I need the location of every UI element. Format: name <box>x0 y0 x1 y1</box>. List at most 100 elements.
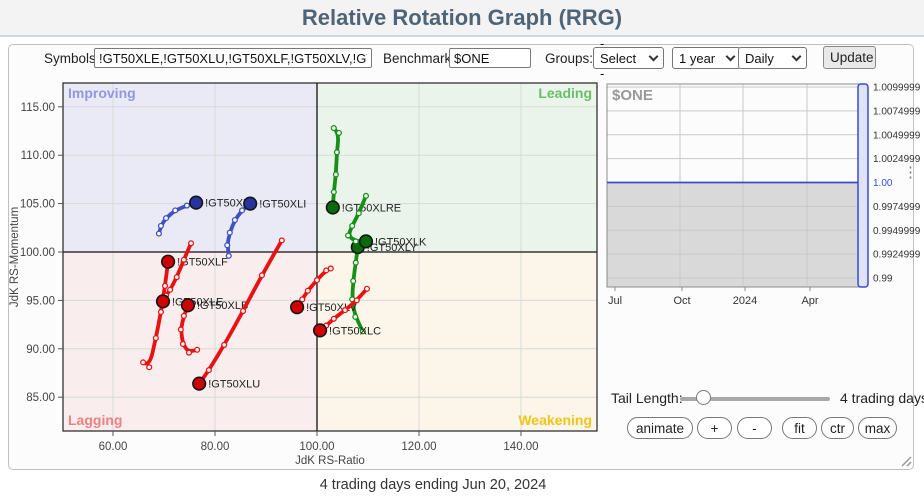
resize-grip-icon[interactable] <box>898 453 912 467</box>
quadrant-label-weakening: Weakening <box>518 412 592 428</box>
trail-point <box>331 190 336 195</box>
symbol-point[interactable] <box>157 295 170 308</box>
y-axis-label: 1.0074999 <box>873 106 921 117</box>
trail-point <box>159 310 164 315</box>
frequency-select[interactable]: Daily <box>738 47 807 69</box>
trail-point <box>350 223 355 228</box>
symbol-point[interactable] <box>244 197 257 210</box>
symbol-point[interactable] <box>162 255 175 268</box>
chart-caption: 4 trading days ending Jun 20, 2024 <box>0 477 866 493</box>
trail-point <box>305 288 310 293</box>
range-handle[interactable] <box>858 84 868 287</box>
trail-point <box>178 327 183 332</box>
trail-point <box>337 131 342 136</box>
trail-point <box>315 278 320 283</box>
tail-length-label: Tail Length: <box>611 390 683 406</box>
y-axis-label: 0.9924999 <box>873 250 921 261</box>
y-tick-label: 110.00 <box>21 150 55 162</box>
symbol-label[interactable]: !GT50XLK <box>375 236 427 248</box>
x-tick-label: 100.00 <box>299 441 334 453</box>
quadrant-lagging <box>63 252 317 431</box>
trail-point <box>159 223 164 228</box>
update-button[interactable]: Update <box>823 46 876 69</box>
x-tick-label: 120.00 <box>401 441 436 453</box>
quadrant-label-improving: Improving <box>68 85 136 101</box>
trail-point <box>324 268 329 273</box>
symbol-point[interactable] <box>182 299 195 312</box>
chevron-down-icon <box>792 52 802 62</box>
benchmark-chart: 1.00999991.00749991.00499991.00249991.00… <box>600 75 924 310</box>
trail-point <box>331 316 336 321</box>
trail-point <box>187 350 192 355</box>
area-fill <box>607 183 866 288</box>
trail-point <box>365 286 370 291</box>
trail-point <box>222 343 227 348</box>
symbol-label[interactable]: !GT50XLC <box>329 325 381 337</box>
symbol-label[interactable]: !GT50XLU <box>208 379 260 391</box>
max-button[interactable]: max <box>858 417 897 439</box>
trail-point <box>241 309 246 314</box>
symbol-point[interactable] <box>314 324 327 337</box>
quadrant-label-lagging: Lagging <box>68 412 122 428</box>
y-axis-label: 0.9949999 <box>873 226 921 237</box>
trail-point <box>174 275 179 280</box>
tail-length-slider-handle[interactable] <box>696 390 711 405</box>
symbols-input[interactable] <box>94 48 372 68</box>
x-axis-label: Jul <box>608 295 622 307</box>
trail-point <box>227 230 232 235</box>
y-tick-label: 90.00 <box>26 344 55 356</box>
x-tick-label: 60.00 <box>99 441 128 453</box>
trail-point <box>195 347 200 352</box>
app-header: Relative Rotation Graph (RRG) <box>0 0 924 37</box>
symbol-point[interactable] <box>193 377 206 390</box>
trail-point <box>181 257 186 262</box>
trail-point <box>364 193 369 198</box>
trail-point <box>354 298 359 303</box>
animate-button[interactable]: animate <box>627 417 693 439</box>
frequency-select-value: Daily <box>745 51 774 66</box>
drag-handle-icon[interactable]: ⋮ <box>903 168 918 177</box>
symbol-point[interactable] <box>360 235 373 248</box>
groups-select[interactable]: - Select - <box>593 47 664 69</box>
quadrant-label-leading: Leading <box>538 85 592 101</box>
trail-point <box>185 203 190 208</box>
trail-point <box>333 172 338 177</box>
symbol-label[interactable]: !GT50XLI <box>259 199 306 211</box>
period-select[interactable]: 1 year <box>672 47 741 69</box>
y-tick-label: 105.00 <box>20 199 55 211</box>
ctr-button[interactable]: ctr <box>821 417 854 439</box>
fit-button[interactable]: fit <box>782 417 817 439</box>
page-title: Relative Rotation Graph (RRG) <box>0 0 924 36</box>
x-tick-label: 140.00 <box>503 441 538 453</box>
trail-point <box>168 287 173 292</box>
symbol-point[interactable] <box>327 201 340 214</box>
symbol-point[interactable] <box>291 301 304 314</box>
trail-point <box>331 126 336 131</box>
trail-point <box>180 342 185 347</box>
x-axis-label: Oct <box>673 295 690 307</box>
trail-point <box>260 273 265 278</box>
trail-point <box>225 243 230 248</box>
benchmark-label: Benchmark: <box>383 51 455 66</box>
trail-point <box>334 150 339 155</box>
x-axis-label: 2024 <box>733 295 757 307</box>
trail-point <box>346 233 351 238</box>
trail-point <box>279 238 284 243</box>
y-tick-label: 95.00 <box>26 295 55 307</box>
groups-label: Groups: <box>545 51 593 66</box>
y-tick-label: 85.00 <box>26 392 55 404</box>
symbol-label[interactable]: !GT50XLRE <box>342 202 401 214</box>
symbol-point[interactable] <box>190 196 203 209</box>
trail-point <box>232 218 237 223</box>
trail-point <box>356 211 361 216</box>
symbols-label: Symbols: <box>44 51 100 66</box>
zoom-out-button[interactable]: - <box>737 417 772 439</box>
period-select-value: 1 year <box>679 51 715 66</box>
y-axis-label: 1.0099999 <box>873 83 921 94</box>
trail-point <box>353 260 358 265</box>
zoom-in-button[interactable]: + <box>697 417 732 439</box>
benchmark-input[interactable] <box>449 48 531 68</box>
trail-point <box>163 283 168 288</box>
trail-point <box>147 365 152 370</box>
trail-point <box>351 279 356 284</box>
